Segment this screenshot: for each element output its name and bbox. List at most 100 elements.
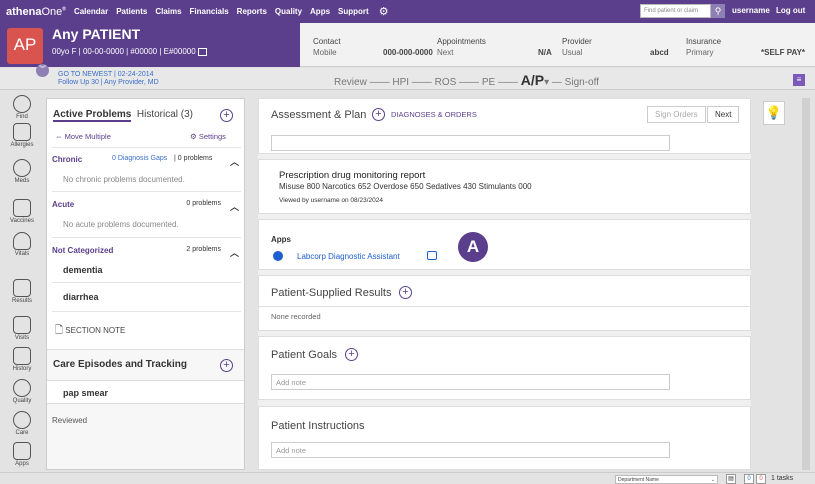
divider — [259, 306, 751, 307]
divider — [52, 311, 241, 312]
nav-financials[interactable]: Financials — [190, 7, 229, 16]
add-care-episode-button[interactable]: + — [220, 359, 233, 372]
category-chronic[interactable]: Chronic 0 Diagnosis Gaps | 0 problems ︿ — [52, 155, 241, 167]
apps-card: Apps Labcorp Diagnostic Assistant — [258, 219, 751, 270]
collapse-chevron-icon[interactable]: ︾ — [36, 64, 49, 77]
sidebar-item-allergies[interactable]: Allergies — [0, 123, 44, 148]
list-item[interactable]: diarrhea — [63, 292, 99, 302]
nav-calendar[interactable]: Calendar — [74, 7, 108, 16]
sign-orders-button[interactable]: Sign Orders — [647, 106, 706, 123]
goals-note-input[interactable]: Add note — [271, 374, 670, 390]
calendar-icon[interactable]: ▤ — [726, 474, 736, 484]
add-goal-button[interactable]: + — [345, 348, 358, 361]
patient-name[interactable]: Any PATIENT — [52, 26, 140, 42]
pdmp-title: Prescription drug monitoring report — [279, 170, 426, 181]
list-item[interactable]: pap smear — [47, 380, 244, 404]
menu-icon[interactable]: ≡ — [793, 74, 805, 86]
step-hpi[interactable]: HPI — [392, 77, 409, 88]
logout-link[interactable]: Log out — [776, 6, 805, 15]
nav-support[interactable]: Support — [338, 7, 369, 16]
notcat-count: 2 problems — [186, 246, 221, 253]
add-diagnosis-button[interactable]: + — [372, 108, 385, 121]
settings-link[interactable]: ⚙ Settings — [190, 132, 226, 141]
sidebar-item-care[interactable]: Care — [0, 411, 44, 436]
chevron-up-icon[interactable]: ︿ — [230, 200, 239, 213]
list-item[interactable]: dementia — [63, 265, 103, 275]
workflow-steps: Review —— HPI —— ROS —— PE —— A/P▾ — Sig… — [334, 72, 599, 88]
tab-historical[interactable]: Historical (3) — [137, 109, 193, 120]
category-not-categorized[interactable]: Not Categorized 2 problems ︿ — [52, 246, 241, 258]
reviewed-label: Reviewed — [52, 416, 88, 425]
add-problem-button[interactable]: + — [220, 109, 233, 122]
nav-claims[interactable]: Claims — [155, 7, 181, 16]
sidebar-item-results[interactable]: Results — [0, 279, 44, 304]
provider-type: Usual — [562, 48, 583, 57]
sidebar-item-meds[interactable]: Meds — [0, 159, 44, 184]
gear-icon[interactable]: ⚙ — [379, 5, 389, 18]
sidebar-item-history[interactable]: History — [0, 347, 44, 372]
tab-active-problems[interactable]: Active Problems — [53, 109, 132, 122]
provider-value[interactable]: abcd — [650, 48, 669, 57]
chevron-down-icon[interactable]: ▾ — [544, 77, 549, 88]
sidebar-item-quality[interactable]: Quality — [0, 379, 44, 404]
step-ros[interactable]: ROS — [435, 77, 457, 88]
patient-supplied-results-card: Patient-Supplied Results + None recorded — [258, 275, 751, 331]
nav-quality[interactable]: Quality — [275, 7, 302, 16]
patient-goals-title: Patient Goals — [271, 349, 338, 361]
pdmp-card: Prescription drug monitoring report Misu… — [258, 159, 751, 214]
visit-plus-icon — [13, 316, 31, 334]
add-result-button[interactable]: + — [399, 286, 412, 299]
alert-count[interactable]: 0 — [756, 474, 766, 484]
care-episodes-title: Care Episodes and Tracking — [53, 359, 187, 370]
next-button[interactable]: Next — [707, 106, 740, 123]
scrollbar[interactable] — [802, 98, 810, 470]
insurance-value[interactable]: *SELF PAY* — [761, 48, 805, 57]
section-note-button[interactable]: 🗋 SECTION NOTE — [55, 323, 125, 340]
insurance-type: Primary — [686, 48, 714, 57]
id-card-icon[interactable] — [197, 47, 207, 56]
athena-logo[interactable]: athenaOne® — [6, 6, 66, 18]
username-link[interactable]: username — [732, 6, 770, 15]
care-episodes-section: Care Episodes and Tracking + pap smear R… — [47, 349, 244, 469]
divider — [52, 237, 241, 238]
chat-icon[interactable] — [427, 251, 437, 260]
encounter-link[interactable]: GO TO NEWEST | 02-24-2014 Follow Up 30 | … — [58, 71, 159, 87]
tasks-link[interactable]: 1 tasks — [771, 475, 793, 482]
department-select[interactable]: Department Name ⌄ — [615, 475, 718, 484]
step-pe[interactable]: PE — [482, 77, 495, 88]
pdmp-viewed: Viewed by username on 08/23/2024 — [279, 197, 383, 204]
flask-icon — [13, 279, 31, 297]
contact-value[interactable]: 000-000-0000 — [383, 48, 433, 57]
step-ap[interactable]: A/P — [521, 72, 544, 88]
search-icon[interactable]: ⚲ — [711, 4, 725, 18]
appointment-value[interactable]: N/A — [538, 48, 552, 57]
problems-panel: Active Problems Historical (3) + ⇔ Move … — [46, 98, 245, 470]
labcorp-app-link[interactable]: Labcorp Diagnostic Assistant — [297, 252, 400, 261]
diagnoses-orders-link[interactable]: DIAGNOSES & ORDERS — [391, 110, 477, 119]
nav-apps[interactable]: Apps — [310, 7, 330, 16]
gear-icon: ⚙ — [190, 132, 197, 141]
sidebar-item-vaccines[interactable]: Vaccines — [0, 199, 44, 224]
find-patient-input[interactable]: Find patient or claim — [640, 4, 711, 18]
step-review[interactable]: Review — [334, 77, 367, 88]
chevron-up-icon[interactable]: ︿ — [230, 246, 239, 259]
divider — [52, 147, 241, 148]
lightbulb-icon[interactable]: 💡 — [763, 101, 785, 125]
nav-patients[interactable]: Patients — [116, 7, 147, 16]
left-sidebar: Find Allergies Meds Vaccines Vitals Resu… — [0, 91, 44, 484]
category-acute[interactable]: Acute 0 problems ︿ — [52, 200, 241, 212]
step-signoff[interactable]: Sign-off — [565, 77, 599, 88]
diagnosis-gaps-link[interactable]: 0 Diagnosis Gaps — [112, 155, 167, 162]
avatar[interactable]: AP — [7, 28, 43, 64]
instructions-note-input[interactable]: Add note — [271, 442, 670, 458]
sidebar-item-vitals[interactable]: Vitals — [0, 232, 44, 257]
sidebar-item-visits[interactable]: Visits — [0, 316, 44, 341]
sidebar-item-find[interactable]: Find — [0, 95, 44, 120]
patient-info: 00yo F | 00-00-0000 | #00000 | E#00000 — [52, 47, 207, 56]
inbox-count[interactable]: 0 — [744, 474, 754, 484]
assessment-input[interactable] — [271, 135, 670, 151]
acute-count: 0 problems — [186, 200, 221, 207]
chevron-up-icon[interactable]: ︿ — [230, 155, 239, 168]
sidebar-item-apps[interactable]: Apps — [0, 442, 44, 467]
nav-reports[interactable]: Reports — [237, 7, 267, 16]
